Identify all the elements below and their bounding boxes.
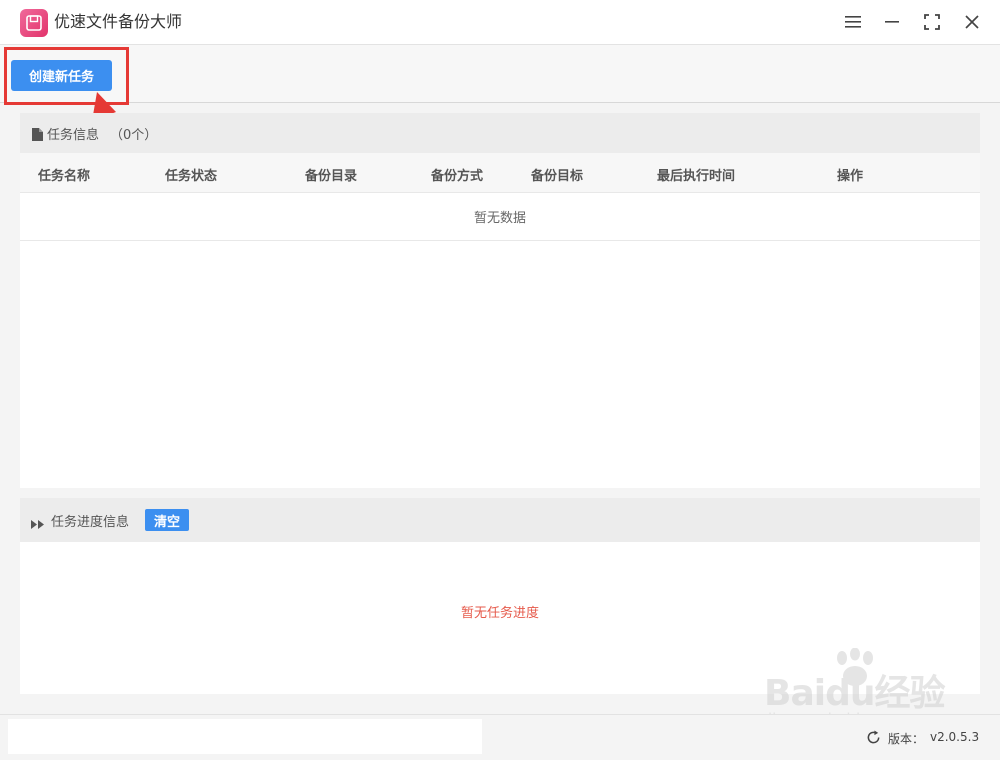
toolbar: 创建新任务 bbox=[0, 45, 1000, 103]
title-bar: 优速文件备份大师 bbox=[0, 0, 1000, 45]
column-header-backup-directory[interactable]: 备份目录 bbox=[305, 165, 357, 184]
column-header-task-status[interactable]: 任务状态 bbox=[165, 165, 217, 184]
column-header-last-run-time[interactable]: 最后执行时间 bbox=[657, 165, 735, 184]
app-title: 优速文件备份大师 bbox=[54, 12, 183, 31]
column-header-actions[interactable]: 操作 bbox=[837, 165, 863, 184]
document-icon bbox=[32, 126, 43, 145]
task-info-title: 任务信息 bbox=[47, 128, 100, 143]
refresh-icon[interactable] bbox=[866, 730, 881, 749]
close-icon[interactable] bbox=[961, 11, 983, 33]
minimize-icon[interactable] bbox=[881, 11, 903, 33]
task-count: （0个） bbox=[110, 128, 158, 143]
column-header-backup-method[interactable]: 备份方式 bbox=[431, 165, 483, 184]
menu-icon[interactable] bbox=[842, 11, 864, 33]
task-info-header: 任务信息 （0个） bbox=[20, 113, 980, 153]
task-progress-panel: 任务进度信息 清空 暂无任务进度 bbox=[20, 498, 980, 694]
column-header-backup-target[interactable]: 备份目标 bbox=[531, 165, 583, 184]
column-header-task-name[interactable]: 任务名称 bbox=[38, 165, 90, 184]
task-progress-title: 任务进度信息 bbox=[51, 515, 130, 530]
maximize-icon[interactable] bbox=[921, 11, 943, 33]
version-value: v2.0.5.3 bbox=[930, 730, 980, 744]
progress-empty-text: 暂无任务进度 bbox=[460, 606, 539, 621]
task-table-header: 任务名称 任务状态 备份目录 备份方式 备份目标 最后执行时间 操作 bbox=[20, 153, 980, 193]
task-table-empty-row: 暂无数据 bbox=[20, 193, 980, 241]
version-label: 版本： bbox=[888, 732, 925, 746]
status-message-field bbox=[8, 719, 482, 754]
create-task-button[interactable]: 创建新任务 bbox=[11, 60, 112, 91]
status-bar: 版本： v2.0.5.3 bbox=[0, 714, 1000, 760]
task-progress-header: 任务进度信息 清空 bbox=[20, 498, 980, 542]
clear-progress-button[interactable]: 清空 bbox=[145, 509, 189, 531]
app-logo-icon bbox=[20, 9, 48, 37]
fast-forward-icon bbox=[31, 514, 45, 533]
task-info-panel: 任务信息 （0个） 任务名称 任务状态 备份目录 备份方式 备份目标 最后执行时… bbox=[20, 113, 980, 488]
